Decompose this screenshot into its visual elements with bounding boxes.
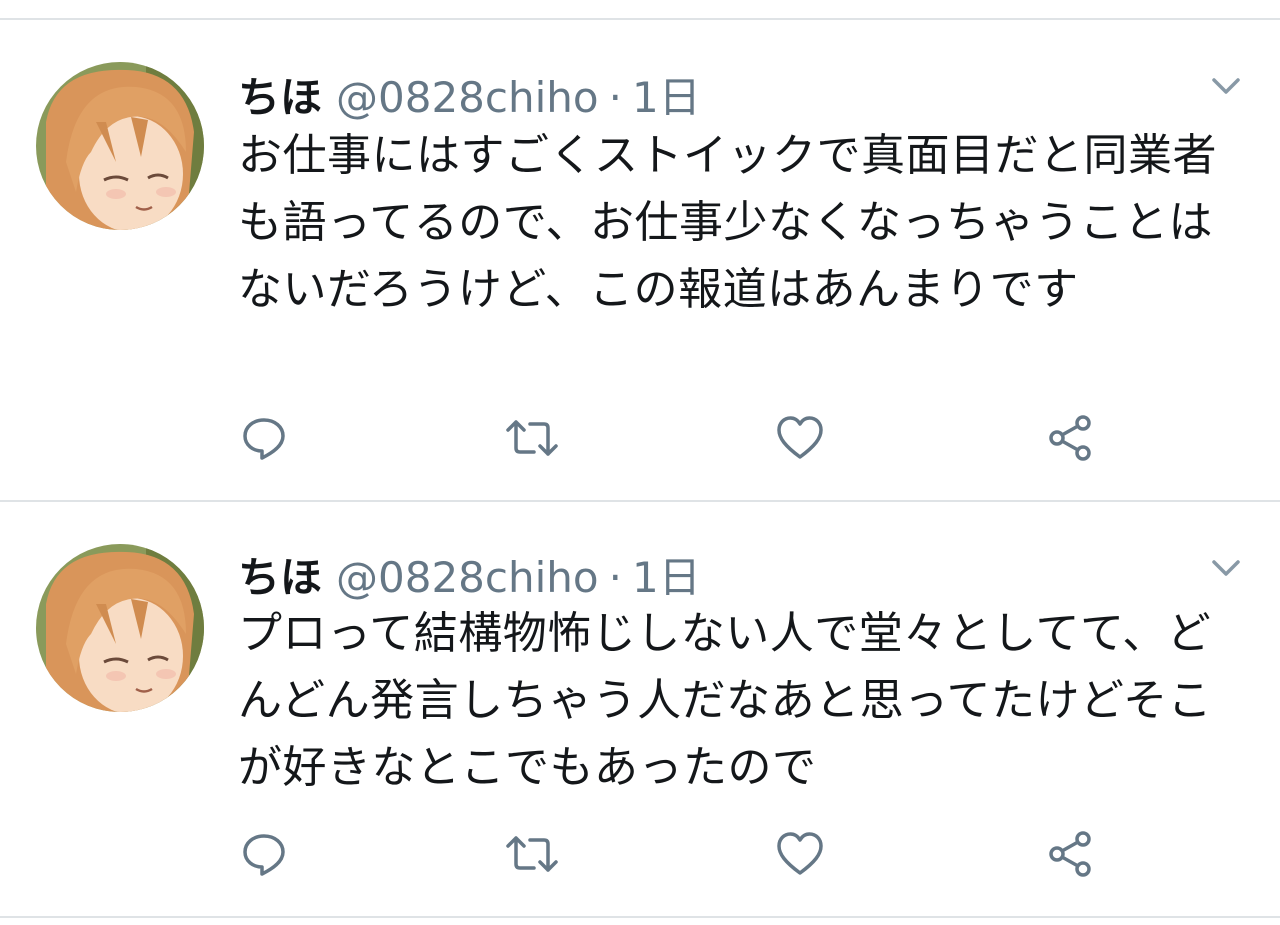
tweet-actions [0, 410, 1280, 466]
reply-button[interactable] [236, 410, 292, 466]
avatar-image [36, 62, 204, 230]
retweet-icon [506, 420, 558, 456]
reply-icon [243, 418, 285, 460]
heart-icon [777, 416, 823, 459]
tweet-header: ちほ @0828chiho · 1日 [238, 544, 701, 602]
avatar[interactable] [36, 62, 204, 230]
separator-dot: · [608, 73, 622, 122]
bottom-divider [0, 916, 1280, 918]
reply-icon [243, 834, 285, 876]
tweet-divider [0, 500, 1280, 502]
display-name[interactable]: ちほ [238, 64, 322, 125]
tweet-actions [0, 826, 1280, 882]
share-icon [1049, 831, 1091, 877]
retweet-button[interactable] [504, 410, 560, 466]
tweet-text: プロって結構物怖じしない人で堂々としてて、どんどん発言しちゃう人だなあと思ってた… [238, 608, 1213, 793]
chevron-down-icon[interactable] [1208, 68, 1244, 104]
user-handle[interactable]: @0828chiho [336, 73, 599, 122]
user-handle[interactable]: @0828chiho [336, 553, 599, 602]
share-icon [1049, 415, 1091, 461]
retweet-button[interactable] [504, 826, 560, 882]
timestamp[interactable]: 1日 [632, 64, 701, 125]
reply-button[interactable] [236, 826, 292, 882]
share-button[interactable] [1042, 410, 1098, 466]
timestamp[interactable]: 1日 [632, 544, 701, 605]
chevron-down-icon[interactable] [1208, 550, 1244, 586]
avatar[interactable] [36, 544, 204, 712]
separator-dot: · [608, 553, 622, 602]
display-name[interactable]: ちほ [238, 544, 322, 605]
tweet-text: お仕事にはすごくストイックで真面目だと同業者も語ってるので、お仕事少なくなっちゃ… [238, 130, 1217, 315]
retweet-icon [506, 836, 558, 872]
tweet-header: ちほ @0828chiho · 1日 [238, 64, 701, 122]
top-divider [0, 18, 1280, 20]
share-button[interactable] [1042, 826, 1098, 882]
like-button[interactable] [772, 410, 828, 466]
like-button[interactable] [772, 826, 828, 882]
avatar-image [36, 544, 204, 712]
heart-icon [777, 832, 823, 875]
